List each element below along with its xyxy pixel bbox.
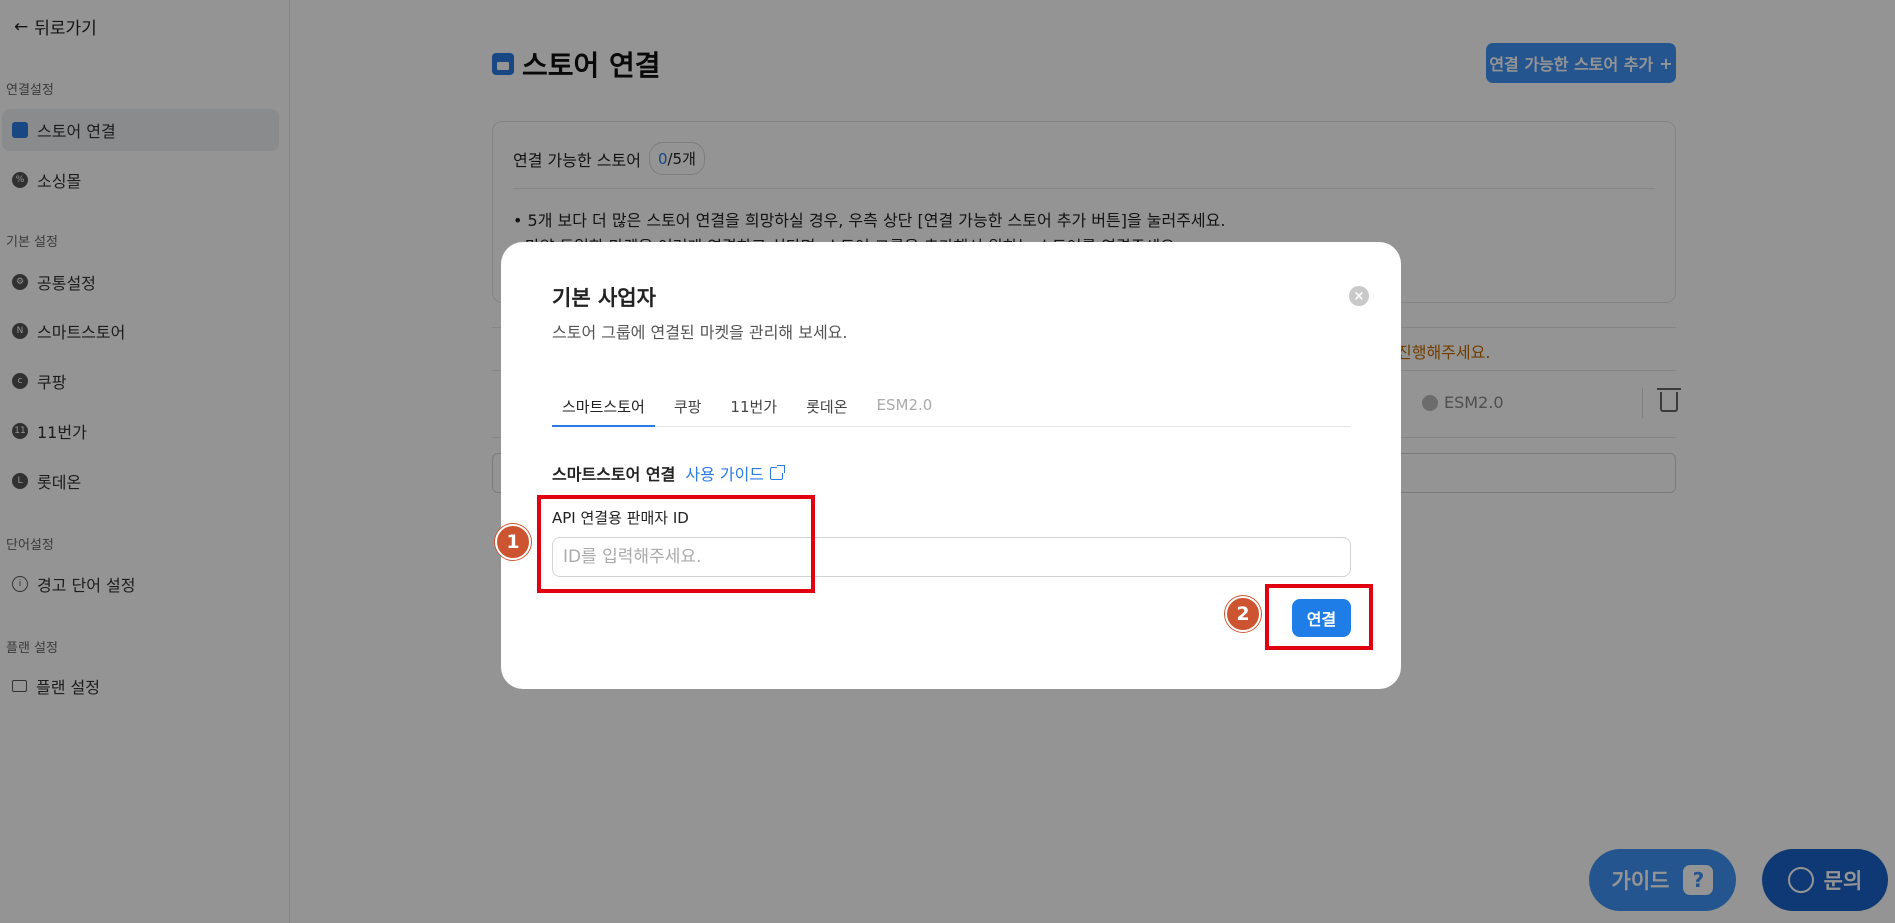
close-icon[interactable]: ×: [1349, 286, 1369, 306]
external-link-icon: [770, 464, 786, 480]
modal-subtitle: 스토어 그룹에 연결된 마켓을 관리해 보세요.: [552, 323, 848, 342]
section-title: 스마트스토어 연결 사용 가이드: [552, 461, 786, 485]
step-badge-1: 1: [495, 524, 531, 560]
usage-guide-label: 사용 가이드: [685, 465, 765, 484]
step-badge-2: 2: [1225, 596, 1261, 632]
highlight-box-seller-id: [537, 495, 815, 593]
section-title-text: 스마트스토어 연결: [552, 465, 676, 484]
market-tabs: 스마트스토어 쿠팡 11번가 롯데온 ESM2.0: [552, 392, 1351, 427]
usage-guide-link[interactable]: 사용 가이드: [685, 461, 786, 485]
tab-coupang[interactable]: 쿠팡: [664, 392, 712, 427]
tab-smartstore[interactable]: 스마트스토어: [552, 392, 655, 427]
tab-11st[interactable]: 11번가: [720, 392, 787, 427]
highlight-box-connect: [1265, 584, 1373, 650]
modal-title: 기본 사업자: [552, 286, 656, 310]
tab-lotteon[interactable]: 롯데온: [796, 392, 857, 427]
tab-esm[interactable]: ESM2.0: [867, 392, 943, 427]
